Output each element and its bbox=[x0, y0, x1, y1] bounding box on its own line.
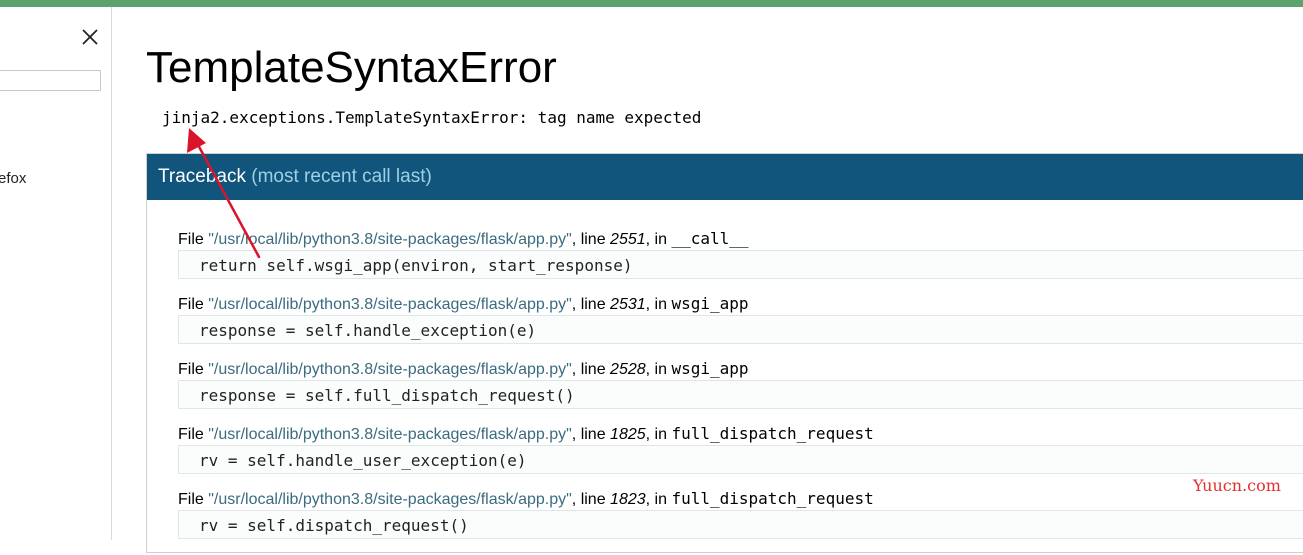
frame-function: full_dispatch_request bbox=[671, 424, 874, 443]
frame-function: wsgi_app bbox=[671, 294, 749, 313]
file-prefix: File bbox=[178, 231, 209, 248]
frame-line-number: 2531 bbox=[610, 296, 646, 313]
traceback-title: Traceback bbox=[158, 166, 246, 187]
line-label: , line bbox=[571, 361, 611, 378]
sidebar-panel: efox bbox=[0, 7, 112, 540]
frame-line-number: 2551 bbox=[610, 231, 646, 248]
frame-function: wsgi_app bbox=[671, 359, 749, 378]
file-prefix: File bbox=[178, 426, 209, 443]
line-label: , line bbox=[571, 491, 611, 508]
line-label: , line bbox=[571, 296, 611, 313]
traceback-panel: Traceback (most recent call last) File "… bbox=[146, 153, 1303, 553]
frame-line-number: 1823 bbox=[610, 491, 646, 508]
frame-file-line: File "/usr/local/lib/python3.8/site-pack… bbox=[178, 359, 1303, 379]
frame-path[interactable]: "/usr/local/lib/python3.8/site-packages/… bbox=[208, 296, 572, 313]
error-message: jinja2.exceptions.TemplateSyntaxError: t… bbox=[162, 108, 702, 127]
frame-line-number: 2528 bbox=[610, 361, 646, 378]
file-prefix: File bbox=[178, 361, 209, 378]
frame-function: full_dispatch_request bbox=[671, 489, 874, 508]
frame-code-line[interactable]: rv = self.handle_user_exception(e) bbox=[178, 445, 1303, 474]
in-label: , in bbox=[645, 361, 672, 378]
frame-file-line: File "/usr/local/lib/python3.8/site-pack… bbox=[178, 489, 1303, 509]
close-icon bbox=[82, 29, 98, 45]
in-label: , in bbox=[645, 426, 672, 443]
frame-line-number: 1825 bbox=[610, 426, 646, 443]
frame-path[interactable]: "/usr/local/lib/python3.8/site-packages/… bbox=[208, 491, 572, 508]
frame-path[interactable]: "/usr/local/lib/python3.8/site-packages/… bbox=[208, 361, 572, 378]
frame-code-line[interactable]: response = self.full_dispatch_request() bbox=[178, 380, 1303, 409]
in-label: , in bbox=[645, 231, 672, 248]
in-label: , in bbox=[645, 491, 672, 508]
frame-file-line: File "/usr/local/lib/python3.8/site-pack… bbox=[178, 294, 1303, 314]
close-button[interactable] bbox=[77, 24, 103, 50]
traceback-subtitle: (most recent call last) bbox=[251, 166, 432, 187]
traceback-frame: File "/usr/local/lib/python3.8/site-pack… bbox=[178, 295, 1303, 360]
sidebar-item-label[interactable]: efox bbox=[0, 170, 26, 187]
frame-file-line: File "/usr/local/lib/python3.8/site-pack… bbox=[178, 424, 1303, 444]
sidebar-search-input[interactable] bbox=[0, 70, 101, 91]
file-prefix: File bbox=[178, 296, 209, 313]
traceback-frame: File "/usr/local/lib/python3.8/site-pack… bbox=[178, 490, 1303, 555]
traceback-frame: File "/usr/local/lib/python3.8/site-pack… bbox=[178, 425, 1303, 490]
file-prefix: File bbox=[178, 491, 209, 508]
traceback-frame: File "/usr/local/lib/python3.8/site-pack… bbox=[178, 360, 1303, 425]
frame-code-line[interactable]: return self.wsgi_app(environ, start_resp… bbox=[178, 250, 1303, 279]
traceback-header[interactable]: Traceback (most recent call last) bbox=[147, 154, 1303, 200]
line-label: , line bbox=[571, 231, 611, 248]
frame-file-line: File "/usr/local/lib/python3.8/site-pack… bbox=[178, 229, 1303, 249]
traceback-frames: File "/usr/local/lib/python3.8/site-pack… bbox=[178, 230, 1303, 555]
browser-top-strip bbox=[0, 0, 1303, 7]
traceback-frame: File "/usr/local/lib/python3.8/site-pack… bbox=[178, 230, 1303, 295]
frame-function: __call__ bbox=[671, 229, 749, 248]
page-title: TemplateSyntaxError bbox=[146, 43, 557, 92]
frame-code-line[interactable]: rv = self.dispatch_request() bbox=[178, 510, 1303, 539]
line-label: , line bbox=[571, 426, 611, 443]
watermark: Yuucn.com bbox=[1193, 476, 1281, 495]
main-content: TemplateSyntaxError jinja2.exceptions.Te… bbox=[112, 7, 1303, 553]
frame-path[interactable]: "/usr/local/lib/python3.8/site-packages/… bbox=[208, 231, 572, 248]
in-label: , in bbox=[645, 296, 672, 313]
frame-path[interactable]: "/usr/local/lib/python3.8/site-packages/… bbox=[208, 426, 572, 443]
frame-code-line[interactable]: response = self.handle_exception(e) bbox=[178, 315, 1303, 344]
